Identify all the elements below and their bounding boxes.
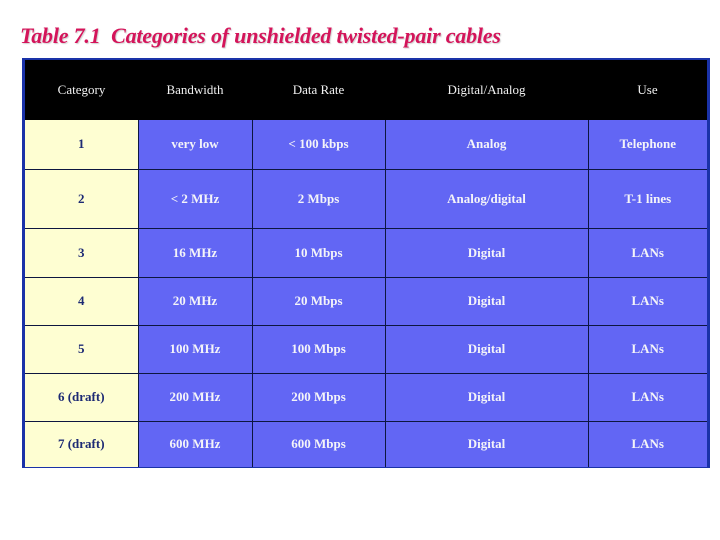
data-rate-cell: 200 Mbps bbox=[251, 372, 386, 422]
table-row: 3 16 MHz 10 Mbps Digital LANs bbox=[25, 227, 707, 278]
use-cell: T-1 lines bbox=[587, 168, 707, 229]
data-rate-cell: 100 Mbps bbox=[251, 324, 386, 374]
data-rate-cell: 10 Mbps bbox=[251, 227, 386, 278]
category-cell: 6 (draft) bbox=[25, 372, 139, 422]
use-cell: LANs bbox=[587, 372, 707, 422]
header-digital-analog: Digital/Analog bbox=[385, 60, 588, 120]
digital-analog-cell: Digital bbox=[384, 227, 589, 278]
data-rate-cell: 2 Mbps bbox=[251, 168, 386, 229]
header-row: Category Bandwidth Data Rate Digital/Ana… bbox=[25, 60, 707, 120]
bandwidth-cell: 16 MHz bbox=[137, 227, 253, 278]
bandwidth-cell: 100 MHz bbox=[137, 324, 253, 374]
table-row: 5 100 MHz 100 Mbps Digital LANs bbox=[25, 324, 707, 374]
category-cell: 3 bbox=[25, 227, 139, 278]
digital-analog-cell: Digital bbox=[384, 324, 589, 374]
bandwidth-cell: very low bbox=[137, 120, 253, 170]
digital-analog-cell: Analog bbox=[384, 120, 589, 170]
use-cell: LANs bbox=[587, 420, 707, 467]
bandwidth-cell: 200 MHz bbox=[137, 372, 253, 422]
table-row: 4 20 MHz 20 Mbps Digital LANs bbox=[25, 276, 707, 326]
category-cell: 2 bbox=[25, 168, 139, 229]
use-cell: LANs bbox=[587, 276, 707, 326]
header-category: Category bbox=[25, 60, 138, 120]
header-data-rate: Data Rate bbox=[252, 60, 385, 120]
data-rate-cell: 600 Mbps bbox=[251, 420, 386, 467]
use-cell: LANs bbox=[587, 324, 707, 374]
table-row: 6 (draft) 200 MHz 200 Mbps Digital LANs bbox=[25, 372, 707, 422]
table-row: 2 < 2 MHz 2 Mbps Analog/digital T-1 line… bbox=[25, 168, 707, 229]
header-bandwidth: Bandwidth bbox=[138, 60, 252, 120]
bandwidth-cell: < 2 MHz bbox=[137, 168, 253, 229]
category-cell: 1 bbox=[25, 120, 139, 170]
data-rate-cell: < 100 kbps bbox=[251, 120, 386, 170]
category-cell: 5 bbox=[25, 324, 139, 374]
digital-analog-cell: Analog/digital bbox=[384, 168, 589, 229]
digital-analog-cell: Digital bbox=[384, 420, 589, 467]
digital-analog-cell: Digital bbox=[384, 372, 589, 422]
table-row: 7 (draft) 600 MHz 600 Mbps Digital LANs bbox=[25, 420, 707, 467]
use-cell: LANs bbox=[587, 227, 707, 278]
table-title: Table 7.1 Categories of unshielded twist… bbox=[20, 23, 501, 48]
table-row: 1 very low < 100 kbps Analog Telephone bbox=[25, 120, 707, 170]
header-use: Use bbox=[588, 60, 707, 120]
cable-categories-table-frame: Category Bandwidth Data Rate Digital/Ana… bbox=[22, 58, 710, 468]
data-rate-cell: 20 Mbps bbox=[251, 276, 386, 326]
use-cell: Telephone bbox=[587, 120, 707, 170]
cable-categories-table: Category Bandwidth Data Rate Digital/Ana… bbox=[25, 60, 707, 467]
category-cell: 7 (draft) bbox=[25, 420, 139, 467]
category-cell: 4 bbox=[25, 276, 139, 326]
bandwidth-cell: 20 MHz bbox=[137, 276, 253, 326]
bandwidth-cell: 600 MHz bbox=[137, 420, 253, 467]
digital-analog-cell: Digital bbox=[384, 276, 589, 326]
